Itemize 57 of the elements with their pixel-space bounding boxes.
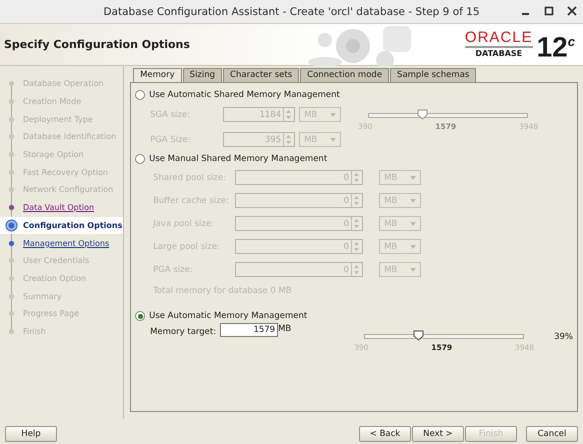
- dialog-button[interactable]: < Back: [359, 426, 411, 442]
- tab[interactable]: Connection mode: [300, 68, 390, 82]
- sidebar-step: Database Identification: [23, 132, 116, 142]
- dropdown-arrow-icon: [330, 112, 336, 116]
- radio-label[interactable]: Use Automatic Memory Management: [149, 311, 308, 321]
- sidebar-step: Fast Recovery Option: [23, 168, 108, 177]
- dropdown-arrow-icon: [410, 244, 416, 248]
- radio-button[interactable]: [135, 154, 146, 164]
- sidebar-step: Summary: [23, 292, 62, 301]
- page-heading: Specify Configuration Options: [3, 38, 191, 51]
- memory-target-field[interactable]: 1579: [220, 323, 278, 337]
- field-label: Memory target:: [150, 326, 218, 339]
- spinner-arrows-icon[interactable]: [351, 263, 360, 276]
- dialog-button[interactable]: Help: [5, 426, 57, 442]
- tab[interactable]: Memory: [133, 68, 182, 82]
- tab[interactable]: Sizing: [182, 68, 222, 82]
- sidebar-step: Progress Page: [23, 309, 80, 318]
- dropdown-arrow-icon: [410, 198, 416, 202]
- spinner-arrows-icon[interactable]: [351, 217, 360, 230]
- sidebar-step[interactable]: Data Vault Option: [23, 203, 94, 212]
- sidebar-step: Deployment Type: [23, 114, 93, 124]
- sidebar-step: Creation Option: [23, 274, 86, 283]
- sidebar-step: Database Operation: [23, 79, 104, 88]
- sidebar-step: Creation Mode: [23, 97, 82, 106]
- spinner-arrows-icon[interactable]: [351, 194, 360, 207]
- spinner-arrows-icon[interactable]: [351, 240, 360, 253]
- sidebar-step: Configuration Options: [23, 220, 122, 230]
- radio-button[interactable]: [135, 90, 146, 100]
- dialog-button[interactable]: Cancel: [526, 426, 578, 442]
- spinner-arrows-icon[interactable]: [283, 108, 292, 121]
- product-name: DATABASE: [475, 48, 522, 59]
- spinner-arrows-icon[interactable]: [351, 171, 360, 184]
- sidebar-step: Network Configuration: [23, 185, 114, 194]
- spinner-arrows-icon[interactable]: [283, 133, 292, 146]
- window-title: Database Configuration Assistant - Create 'orcl' database - Step 9 of 15: [103, 6, 480, 18]
- maximize-icon[interactable]: [544, 6, 554, 16]
- sidebar-step[interactable]: Management Options: [23, 238, 110, 248]
- dialog-button[interactable]: Next >: [412, 426, 464, 442]
- sidebar-step: Storage Option: [23, 150, 84, 160]
- radio-button[interactable]: [135, 311, 146, 321]
- sidebar-step: User Credentials: [23, 256, 90, 266]
- slider-thumb[interactable]: [412, 330, 424, 341]
- dropdown-arrow-icon: [410, 268, 416, 272]
- tab[interactable]: Character sets: [223, 68, 300, 82]
- brand-logo: ORACLE: [464, 30, 533, 48]
- tab[interactable]: Sample schemas: [390, 68, 476, 82]
- slider-thumb[interactable]: [416, 109, 428, 120]
- dropdown-arrow-icon: [330, 138, 336, 142]
- close-icon[interactable]: [567, 6, 577, 16]
- radio-label[interactable]: Use Automatic Shared Memory Management: [149, 90, 340, 100]
- radio-label[interactable]: Use Manual Shared Memory Management: [149, 154, 328, 164]
- percent-label: 39%: [554, 331, 573, 344]
- version-logo: 12$^{c}$: [536, 30, 575, 62]
- sidebar-step: Finish: [23, 326, 46, 336]
- unit-label: MB: [278, 323, 292, 336]
- dropdown-arrow-icon: [410, 222, 416, 226]
- dropdown-arrow-icon: [410, 176, 416, 180]
